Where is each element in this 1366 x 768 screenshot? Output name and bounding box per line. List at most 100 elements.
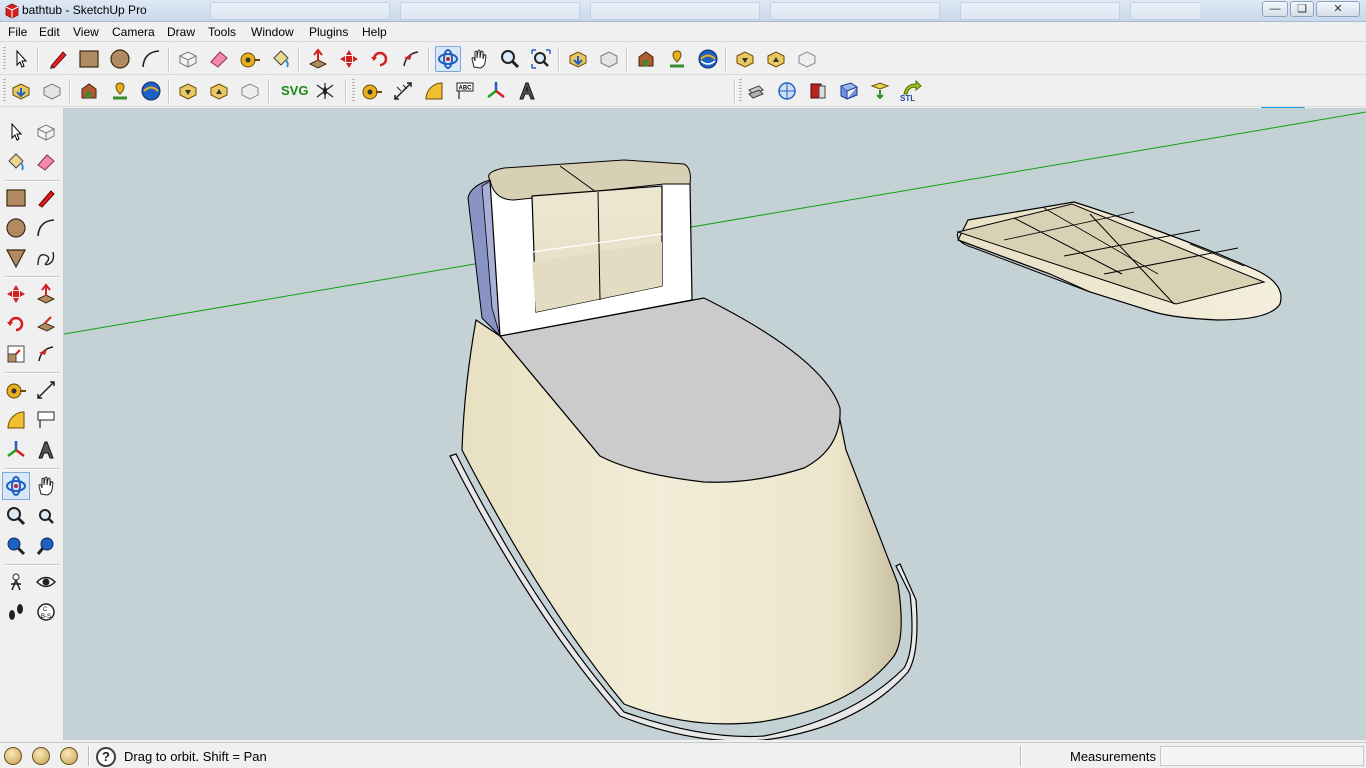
menu-tools[interactable]: Tools <box>208 25 236 39</box>
tape-measure-icon[interactable] <box>237 46 263 72</box>
pan-hand-icon[interactable] <box>466 46 492 72</box>
zoom-icon[interactable] <box>2 502 30 530</box>
components-download-icon[interactable] <box>175 78 201 104</box>
tape-measure-icon[interactable] <box>359 78 385 104</box>
zoom-icon[interactable] <box>497 46 523 72</box>
pencil-line-icon[interactable] <box>32 184 60 212</box>
warehouse-icon[interactable] <box>794 46 820 72</box>
user-account-icon[interactable] <box>60 747 78 765</box>
offset-icon[interactable] <box>32 340 60 368</box>
section-plane-icon[interactable] <box>743 78 769 104</box>
share-component-icon[interactable] <box>633 46 659 72</box>
geo-location-icon[interactable] <box>4 747 22 765</box>
select-tool-icon[interactable] <box>2 118 30 146</box>
scale-icon[interactable] <box>2 340 30 368</box>
push-pull-icon[interactable] <box>305 46 331 72</box>
ghost-tab <box>400 2 580 20</box>
stl-export-icon[interactable]: STL <box>898 78 924 104</box>
follow-me-icon[interactable] <box>398 46 424 72</box>
get-models-icon[interactable] <box>565 46 591 72</box>
move-icon[interactable] <box>2 280 30 308</box>
model-viewport[interactable] <box>64 108 1366 740</box>
minimize-button[interactable]: — <box>1262 1 1288 17</box>
eraser-icon[interactable] <box>32 148 60 176</box>
polygon-icon[interactable] <box>2 244 30 272</box>
rotate-icon[interactable] <box>367 46 393 72</box>
add-location-icon[interactable] <box>107 78 133 104</box>
3d-text-icon[interactable] <box>514 78 540 104</box>
protractor-icon[interactable] <box>2 406 30 434</box>
freehand-icon[interactable] <box>32 244 60 272</box>
orbit-icon[interactable] <box>435 46 461 72</box>
text-icon[interactable] <box>32 406 60 434</box>
share-model-icon[interactable] <box>596 46 622 72</box>
svg-export-button[interactable]: SVG <box>281 83 308 98</box>
components-upload-icon[interactable] <box>763 46 789 72</box>
display-section-cuts-icon[interactable] <box>805 78 831 104</box>
menu-view[interactable]: View <box>73 25 99 39</box>
dimension-icon[interactable] <box>32 376 60 404</box>
zoom-extents-icon[interactable] <box>528 46 554 72</box>
dimension-icon[interactable] <box>390 78 416 104</box>
menu-file[interactable]: File <box>8 25 27 39</box>
protractor-icon[interactable] <box>421 78 447 104</box>
help-icon[interactable]: ? <box>96 747 116 767</box>
display-section-planes-icon[interactable] <box>774 78 800 104</box>
measurements-field[interactable] <box>1160 746 1364 766</box>
position-camera-icon[interactable] <box>2 568 30 596</box>
zoom-extents-icon[interactable] <box>32 502 60 530</box>
next-view-icon[interactable] <box>32 532 60 560</box>
text-icon[interactable]: ABC <box>452 78 478 104</box>
select-tool-icon[interactable] <box>8 46 34 72</box>
3d-text-icon[interactable] <box>32 436 60 464</box>
components-upload-icon[interactable] <box>206 78 232 104</box>
push-pull-icon[interactable] <box>32 280 60 308</box>
menu-help[interactable]: Help <box>362 25 387 39</box>
menu-camera[interactable]: Camera <box>112 25 155 39</box>
eraser-icon[interactable] <box>206 46 232 72</box>
rectangle-icon[interactable] <box>2 184 30 212</box>
menu-edit[interactable]: Edit <box>39 25 60 39</box>
section-plane-icon[interactable]: C B-S <box>32 598 60 626</box>
get-models-icon[interactable] <box>8 78 34 104</box>
sandbox-grid-icon[interactable] <box>836 78 862 104</box>
previous-view-icon[interactable] <box>2 532 30 560</box>
components-download-icon[interactable] <box>732 46 758 72</box>
sandbox-stamp-icon[interactable] <box>867 78 893 104</box>
follow-me-icon[interactable] <box>32 310 60 338</box>
warehouse-icon[interactable] <box>237 78 263 104</box>
look-around-eye-icon[interactable] <box>32 568 60 596</box>
credits-icon[interactable] <box>32 747 50 765</box>
background-taskbar-ghost <box>200 2 1200 20</box>
pan-hand-icon[interactable] <box>32 472 60 500</box>
arc-icon[interactable] <box>138 46 164 72</box>
circle-icon[interactable] <box>2 214 30 242</box>
share-component-icon[interactable] <box>76 78 102 104</box>
make-component-icon[interactable] <box>175 46 201 72</box>
orbit-icon[interactable] <box>2 472 30 500</box>
paint-bucket-icon[interactable] <box>2 148 30 176</box>
menu-draw[interactable]: Draw <box>167 25 195 39</box>
pencil-line-icon[interactable] <box>45 46 71 72</box>
restore-button[interactable]: ❏ <box>1290 1 1314 17</box>
axes-icon[interactable] <box>2 436 30 464</box>
paint-bucket-icon[interactable] <box>268 46 294 72</box>
share-model-icon[interactable] <box>39 78 65 104</box>
rectangle-icon[interactable] <box>76 46 102 72</box>
menu-plugins[interactable]: Plugins <box>309 25 348 39</box>
mosquito-icon[interactable] <box>312 78 338 104</box>
tape-measure-icon[interactable] <box>2 376 30 404</box>
move-icon[interactable] <box>336 46 362 72</box>
menu-window[interactable]: Window <box>251 25 294 39</box>
preview-google-earth-icon[interactable] <box>664 46 690 72</box>
ghost-tab <box>210 2 390 20</box>
arc-icon[interactable] <box>32 214 60 242</box>
walk-footprints-icon[interactable] <box>2 598 30 626</box>
axes-icon[interactable] <box>483 78 509 104</box>
google-earth-icon[interactable] <box>138 78 164 104</box>
circle-icon[interactable] <box>107 46 133 72</box>
get-current-view-icon[interactable] <box>695 46 721 72</box>
make-component-icon[interactable] <box>32 118 60 146</box>
close-button[interactable]: ✕ <box>1316 1 1360 17</box>
rotate-icon[interactable] <box>2 310 30 338</box>
